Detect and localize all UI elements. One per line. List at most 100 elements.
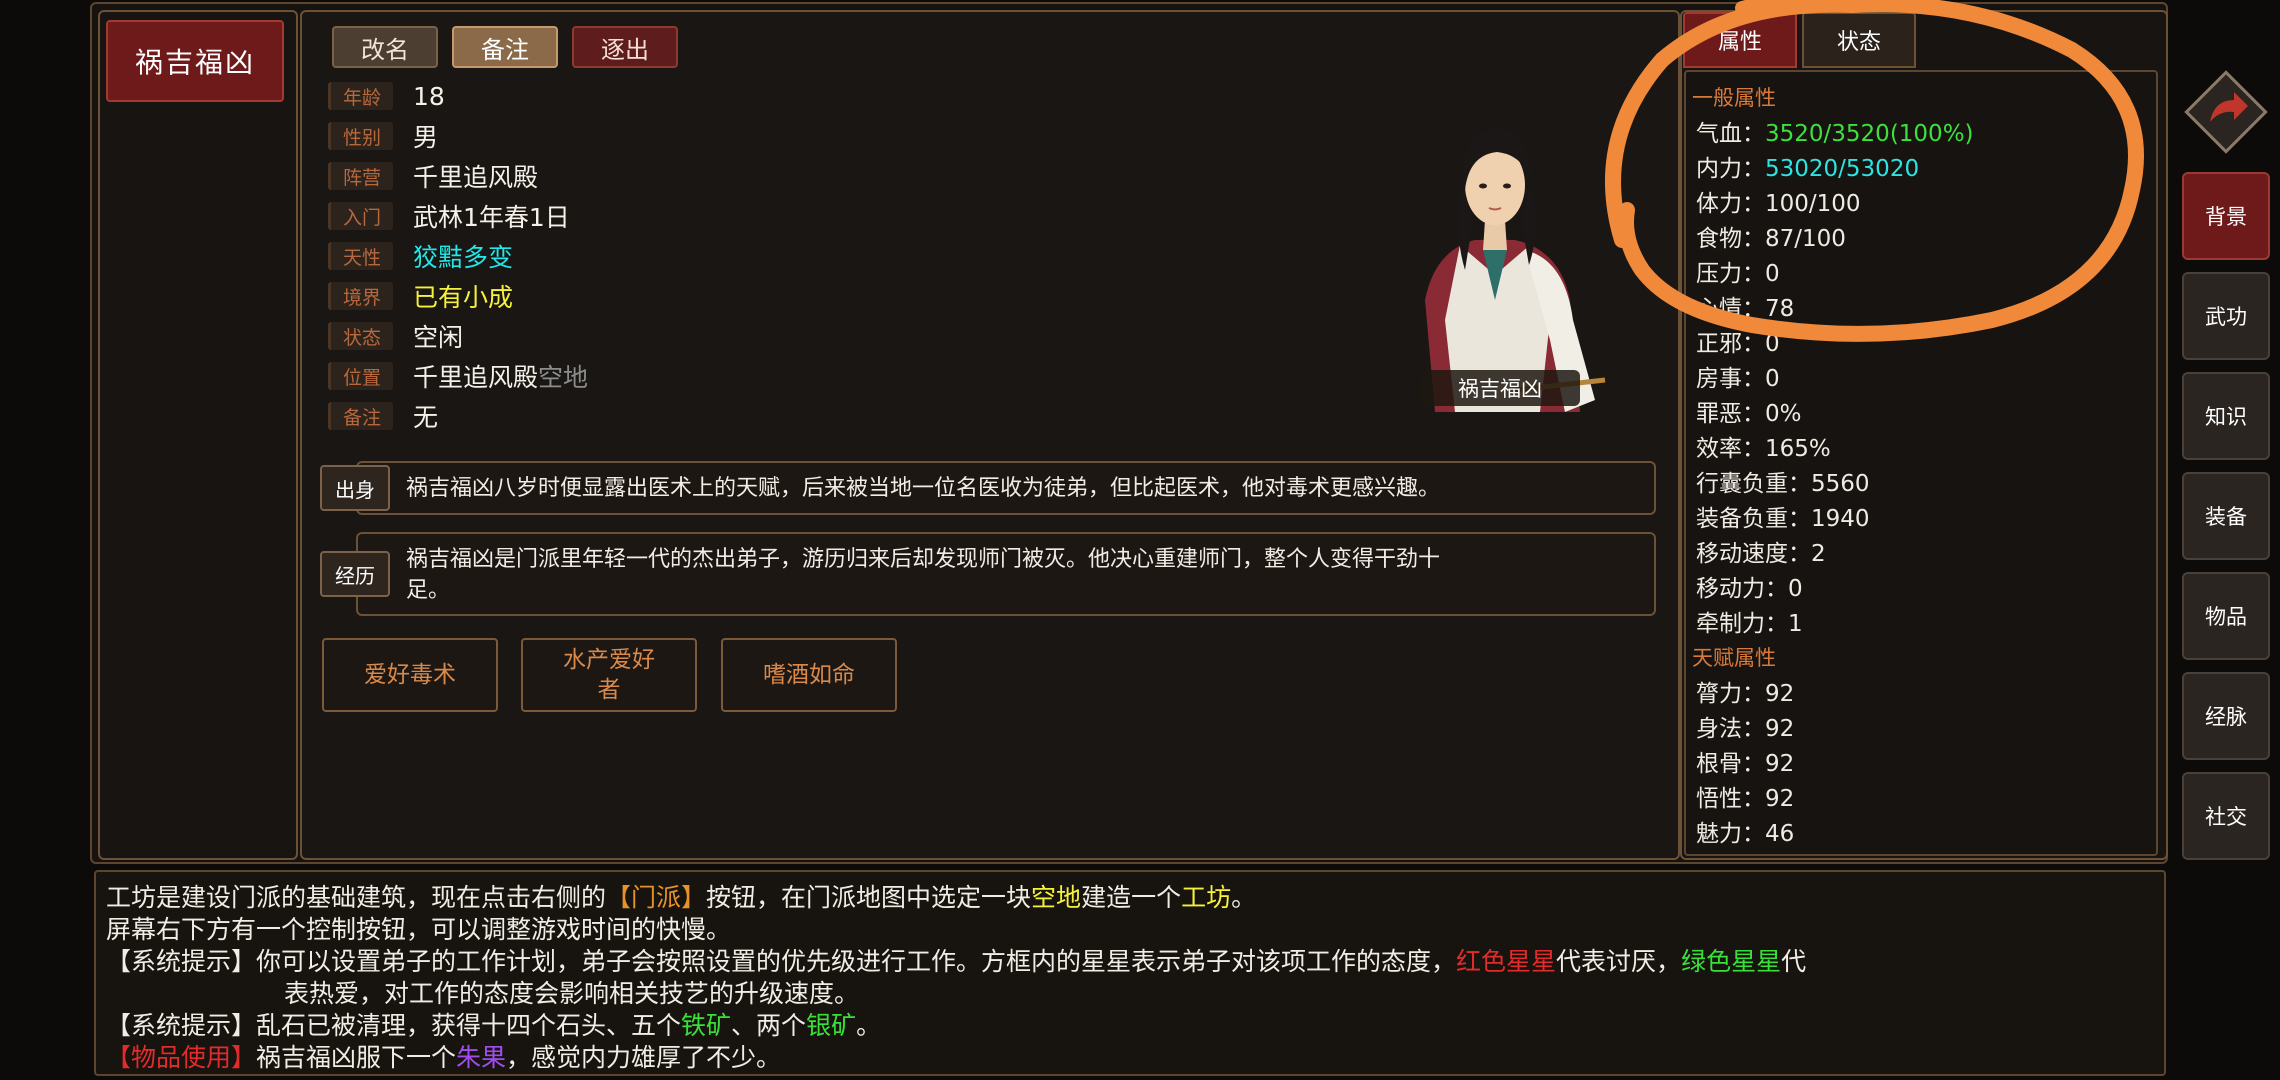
info-row-faction: 阵营 千里追风殿 xyxy=(328,158,538,194)
attr-value: 0 xyxy=(1765,366,1780,392)
info-tag: 境界 xyxy=(328,282,393,310)
attr-row-constitution: 根骨：92 xyxy=(1696,744,1794,778)
disciple-name-button[interactable]: 祸吉福凶 xyxy=(106,20,284,102)
attr-value: 0 xyxy=(1788,576,1803,602)
trait-button[interactable]: 水产爱好 者 xyxy=(521,638,697,712)
attr-value: 0% xyxy=(1765,401,1802,427)
attr-label: 行囊负重： xyxy=(1696,471,1811,497)
attr-value: 2 xyxy=(1811,541,1826,567)
nav-knowledge-button[interactable]: 知识 xyxy=(2182,372,2270,460)
info-tag: 性别 xyxy=(328,122,393,150)
log-prefix: 【系统提示】 xyxy=(106,947,257,976)
attr-row-equip-weight: 装备负重：1940 xyxy=(1696,499,1870,533)
attr-value: 92 xyxy=(1765,786,1795,812)
attr-label: 魅力： xyxy=(1696,821,1765,847)
attr-row-move-power: 移动力：0 xyxy=(1696,569,1803,603)
trait-label-line1: 水产爱好 xyxy=(563,647,655,673)
log-text: 工坊是建设门派的基础建筑，现在点击右侧的 xyxy=(106,883,607,912)
nav-background-button[interactable]: 背景 xyxy=(2182,172,2270,260)
info-value: 武林1年春1日 xyxy=(413,203,570,232)
info-value: 千里追风殿空地 xyxy=(413,358,588,394)
attr-label: 装备负重： xyxy=(1696,506,1811,532)
info-value: 空闲 xyxy=(413,323,464,352)
log-line: 表热爱，对工作的态度会影响相关技艺的升级速度。 xyxy=(284,979,860,1008)
trait-label: 爱好毒术 xyxy=(364,662,456,688)
origin-box: 祸吉福凶八岁时便显露出医术上的天赋，后来被当地一位名医收为徒弟，但比起医术，他对… xyxy=(356,461,1656,515)
attr-row-intimacy: 房事：0 xyxy=(1696,359,1780,393)
log-text: 祸吉福凶服下一个 xyxy=(256,1043,457,1072)
log-text: 代表讨厌， xyxy=(1556,947,1682,976)
log-line: 【系统提示】乱石已被清理，获得十四个石头、五个铁矿、两个银矿。 xyxy=(106,1006,881,1042)
attr-row-bag-weight: 行囊负重：5560 xyxy=(1696,464,1870,498)
attr-label: 房事： xyxy=(1696,366,1765,392)
info-tag: 备注 xyxy=(328,402,393,430)
attr-row-agility: 身法：92 xyxy=(1696,709,1794,743)
attr-label: 牵制力： xyxy=(1696,611,1788,637)
log-text: 你可以设置弟子的工作计划，弟子会按照设置的优先级进行工作。方框内的星星表示弟子对… xyxy=(256,947,1457,976)
info-tag: 年龄 xyxy=(328,82,393,110)
info-tag: 入门 xyxy=(328,202,393,230)
attr-label: 移动速度： xyxy=(1696,541,1811,567)
rename-button[interactable]: 改名 xyxy=(332,26,438,68)
info-row-nature: 天性 狡黠多变 xyxy=(328,238,513,274)
attr-row-comprehension: 悟性：92 xyxy=(1696,779,1794,813)
attr-value: 1940 xyxy=(1811,506,1870,532)
attr-label: 身法： xyxy=(1696,716,1765,742)
attr-value: 5560 xyxy=(1811,471,1870,497)
attr-row-sin: 罪恶：0% xyxy=(1696,394,1802,428)
log-line: 【系统提示】你可以设置弟子的工作计划，弟子会按照设置的优先级进行工作。方框内的星… xyxy=(106,942,1806,978)
origin-tag: 出身 xyxy=(320,465,390,511)
annotation-circle xyxy=(1605,0,2144,342)
attr-label: 移动力： xyxy=(1696,576,1788,602)
info-tag: 天性 xyxy=(328,242,393,270)
talent-attributes-heading: 天赋属性 xyxy=(1692,646,1776,670)
info-tag: 状态 xyxy=(328,322,393,350)
log-text: 。 xyxy=(856,1011,882,1040)
log-highlight: 工坊 xyxy=(1181,883,1232,912)
expel-button[interactable]: 逐出 xyxy=(572,26,678,68)
nav-meridians-button[interactable]: 经脉 xyxy=(2182,672,2270,760)
nav-equipment-button[interactable]: 装备 xyxy=(2182,472,2270,560)
location-extra: 空地 xyxy=(538,363,589,392)
nav-social-button[interactable]: 社交 xyxy=(2182,772,2270,860)
log-line: 屏幕右下方有一个控制按钮，可以调整游戏时间的快慢。 xyxy=(106,915,732,944)
info-row-age: 年龄 18 xyxy=(328,78,445,114)
trait-label: 嗜酒如命 xyxy=(763,662,855,688)
trait-button[interactable]: 爱好毒术 xyxy=(322,638,498,712)
log-highlight: 空地 xyxy=(1031,883,1082,912)
trait-label-line2: 者 xyxy=(597,677,621,703)
info-row-status: 状态 空闲 xyxy=(328,318,463,354)
log-text: 按钮，在门派地图中选定一块 xyxy=(706,883,1032,912)
log-highlight: 银矿 xyxy=(806,1011,857,1040)
info-row-note: 备注 无 xyxy=(328,398,438,434)
log-text: 乱石已被清理，获得十四个石头、五个 xyxy=(256,1011,682,1040)
log-highlight: 红色星星 xyxy=(1456,947,1557,976)
log-highlight: 朱果 xyxy=(456,1043,507,1072)
info-value: 男 xyxy=(413,123,439,152)
attr-row-strength: 膂力：92 xyxy=(1696,674,1794,708)
origin-text: 祸吉福凶八岁时便显露出医术上的天赋，后来被当地一位名医收为徒弟，但比起医术，他对… xyxy=(406,475,1441,501)
back-arrow-icon[interactable] xyxy=(2184,70,2268,154)
info-value: 狡黠多变 xyxy=(413,243,514,272)
portrait-name-label: 祸吉福凶 xyxy=(1420,370,1580,406)
attr-value: 46 xyxy=(1765,821,1795,847)
attr-value: 92 xyxy=(1765,751,1795,777)
history-text-line1: 祸吉福凶是门派里年轻一代的杰出弟子，游历归来后却发现师门被灭。他决心重建师门，整… xyxy=(406,547,1441,572)
attr-value: 92 xyxy=(1765,681,1795,707)
location-name: 千里追风殿 xyxy=(413,363,539,392)
note-button[interactable]: 备注 xyxy=(452,26,558,68)
attr-label: 根骨： xyxy=(1696,751,1765,777)
info-value: 千里追风殿 xyxy=(413,163,539,192)
info-row-join-date: 入门 武林1年春1日 xyxy=(328,198,570,234)
info-row-location: 位置 千里追风殿空地 xyxy=(328,358,588,394)
log-highlight: 铁矿 xyxy=(681,1011,732,1040)
attr-value: 165% xyxy=(1765,436,1831,462)
nav-martial-arts-button[interactable]: 武功 xyxy=(2182,272,2270,360)
trait-button[interactable]: 嗜酒如命 xyxy=(721,638,897,712)
nav-items-button[interactable]: 物品 xyxy=(2182,572,2270,660)
attr-value: 92 xyxy=(1765,716,1795,742)
log-text: ，感觉内力雄厚了不少。 xyxy=(506,1043,782,1072)
info-value: 无 xyxy=(413,403,439,432)
attr-value: 1 xyxy=(1788,611,1803,637)
info-row-gender: 性别 男 xyxy=(328,118,438,154)
